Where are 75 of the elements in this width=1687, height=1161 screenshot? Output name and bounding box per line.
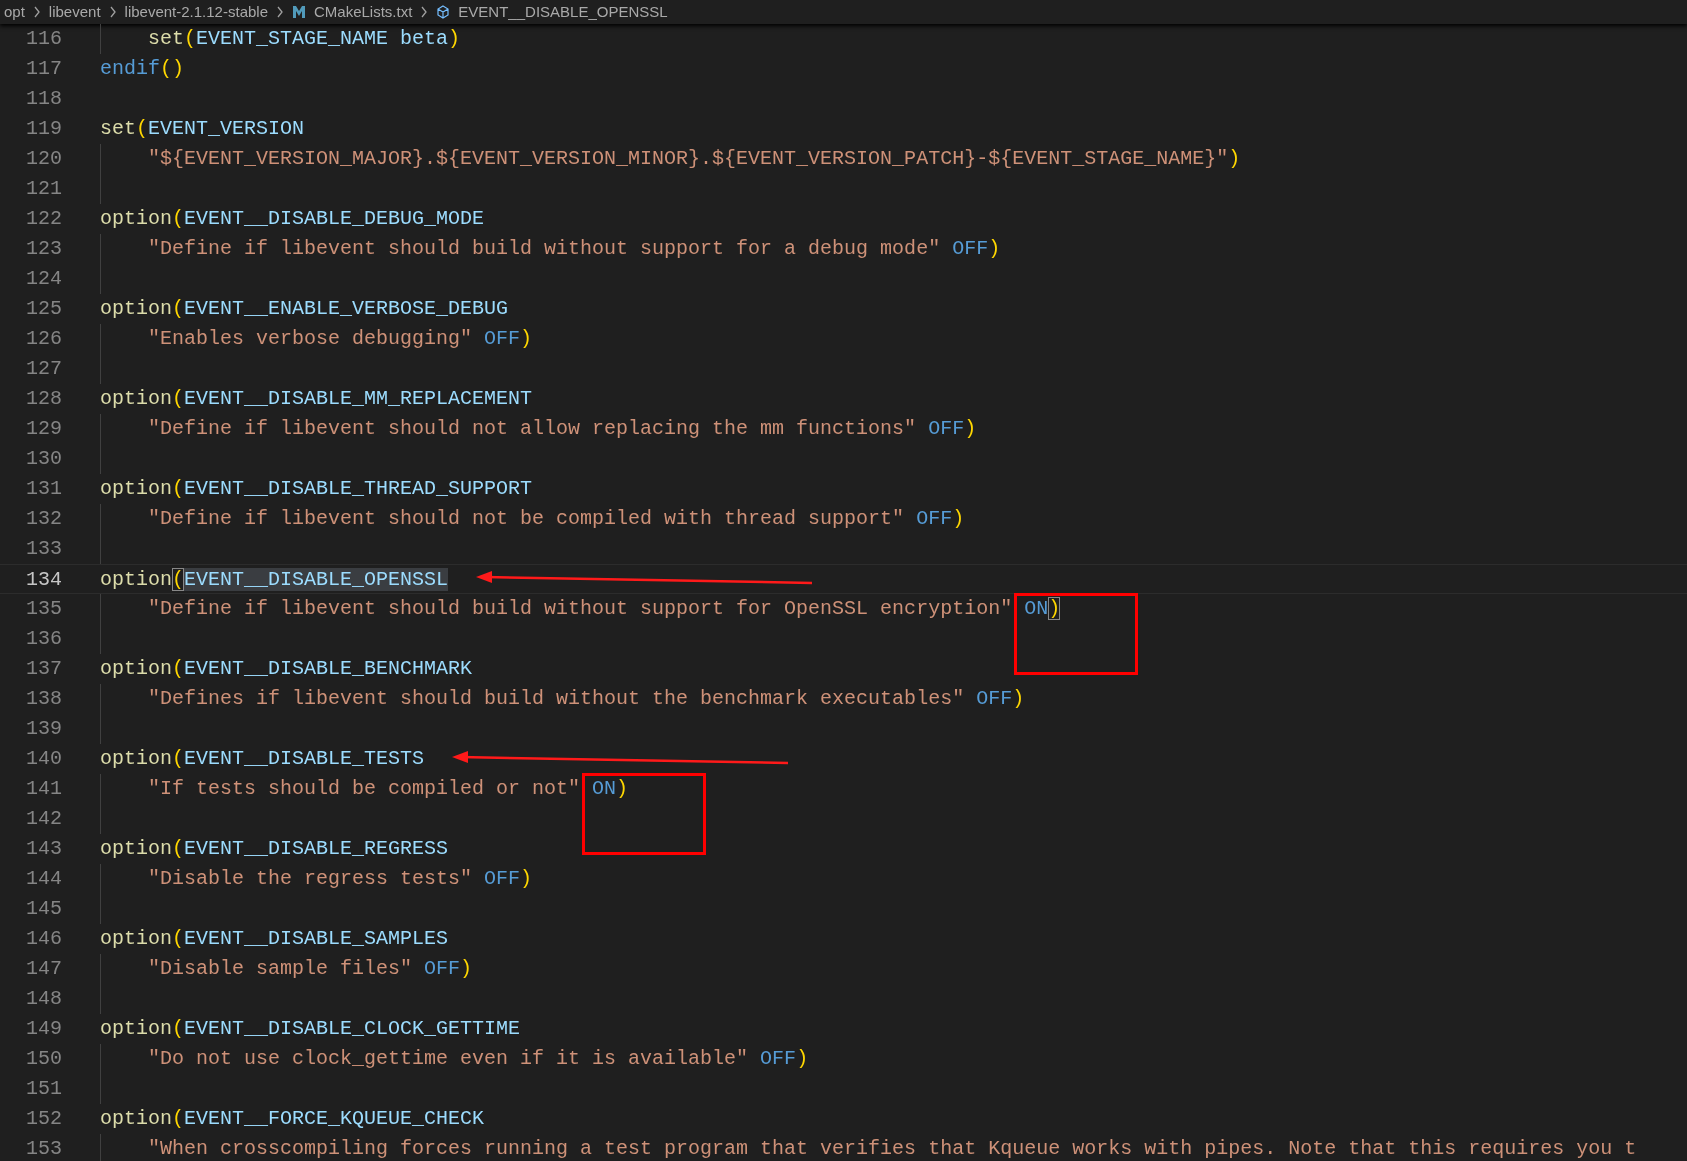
code-line: "Do not use clock_gettime even if it is available" OFF)	[148, 1046, 809, 1072]
line-number: 143	[25, 836, 62, 862]
line-number: 135	[25, 596, 62, 622]
code-line: "Disable sample files" OFF)	[148, 956, 473, 982]
line-number: 119	[25, 116, 62, 142]
code-line: option(EVENT__DISABLE_CLOCK_GETTIME	[100, 1016, 521, 1042]
cube-icon	[436, 5, 451, 19]
line-number: 125	[25, 296, 62, 322]
line-number: 117	[25, 56, 62, 82]
line-number: 152	[25, 1106, 62, 1132]
line-number: 151	[25, 1076, 62, 1102]
line-number: 131	[25, 476, 62, 502]
breadcrumb-item[interactable]: opt	[4, 0, 25, 24]
breadcrumb-item[interactable]: EVENT__DISABLE_OPENSSL	[458, 0, 668, 24]
line-number: 120	[25, 146, 62, 172]
code-line: "Enables verbose debugging" OFF)	[148, 326, 533, 352]
line-number: 136	[25, 626, 62, 652]
code-line: option(EVENT__DISABLE_TESTS	[100, 746, 425, 772]
code-line: "Define if libevent should not allow replacing the mm functions" OFF)	[148, 416, 977, 442]
line-number: 129	[25, 416, 62, 442]
chevron-icon	[108, 6, 117, 18]
line-number: 132	[25, 506, 62, 532]
line-number: 122	[25, 206, 62, 232]
line-number: 116	[25, 26, 62, 52]
code-line: option(EVENT__DISABLE_SAMPLES	[100, 926, 449, 952]
chevron-icon	[276, 6, 284, 18]
line-number: 123	[25, 236, 62, 262]
breadcrumb-item[interactable]: CMakeLists.txt	[314, 0, 413, 24]
line-number: 149	[25, 1016, 62, 1042]
line-number: 124	[25, 266, 62, 292]
line-number: 126	[25, 326, 62, 352]
code-line: "Define if libevent should not be compiled with thread support" OFF)	[148, 506, 965, 532]
line-number: 147	[25, 956, 62, 982]
code-line: option(EVENT__FORCE_KQUEUE_CHECK	[100, 1106, 485, 1132]
code-line: "If tests should be compiled or not" ON)	[148, 774, 629, 804]
code-line: option(EVENT__DISABLE_OPENSSL	[100, 567, 449, 593]
code-line: option(EVENT__ENABLE_VERBOSE_DEBUG	[100, 296, 509, 322]
code-line: option(EVENT__DISABLE_MM_REPLACEMENT	[100, 386, 533, 412]
chevron-icon	[420, 6, 429, 18]
line-number: 133	[25, 536, 62, 562]
line-number: 138	[25, 686, 62, 712]
code-line: endif()	[100, 56, 185, 82]
line-number: 142	[25, 806, 62, 832]
code-line: "When crosscompiling forces running a test program that verifies that Kqueue works with pipes. Note that this requires you t	[148, 1136, 1637, 1161]
code-line: option(EVENT__DISABLE_DEBUG_MODE	[100, 206, 485, 232]
line-number: 145	[25, 896, 62, 922]
code-line: "Disable the regress tests" OFF)	[148, 866, 533, 892]
line-number: 130	[25, 446, 62, 472]
file-icon	[292, 5, 306, 19]
line-number: 140	[25, 746, 62, 772]
code-line: "Define if libevent should build without support for OpenSSL encryption" ON)	[148, 594, 1061, 624]
line-number: 148	[25, 986, 62, 1012]
line-number: 144	[25, 866, 62, 892]
breadcrumb-item[interactable]: libevent-2.1.12-stable	[124, 0, 268, 24]
line-number: 137	[25, 656, 62, 682]
line-number: 127	[25, 356, 62, 382]
line-number: 150	[25, 1046, 62, 1072]
breadcrumb-item[interactable]: libevent	[48, 0, 101, 24]
line-number: 141	[25, 776, 62, 802]
code-line: "${EVENT_VERSION_MAJOR}.${EVENT_VERSION_MINOR}.${EVENT_VERSION_PATCH}-${EVENT_STAGE_NAME}")	[148, 146, 1241, 172]
chevron-icon	[32, 6, 41, 18]
code-line: "Define if libevent should build without support for a debug mode" OFF)	[148, 236, 1001, 262]
code-line: "Defines if libevent should build without the benchmark executables" OFF)	[148, 686, 1025, 712]
code-line: option(EVENT__DISABLE_THREAD_SUPPORT	[100, 476, 533, 502]
line-number: 128	[25, 386, 62, 412]
line-number: 153	[25, 1136, 62, 1161]
line-number: 121	[25, 176, 62, 202]
line-number: 134	[25, 567, 62, 593]
line-number: 139	[25, 716, 62, 742]
line-number: 146	[25, 926, 62, 952]
code-line: option(EVENT__DISABLE_BENCHMARK	[100, 656, 473, 682]
line-number: 118	[25, 86, 62, 112]
code-line: set(EVENT_STAGE_NAME beta)	[148, 26, 461, 52]
code-line: set(EVENT_VERSION	[100, 116, 305, 142]
code-line: option(EVENT__DISABLE_REGRESS	[100, 836, 449, 862]
